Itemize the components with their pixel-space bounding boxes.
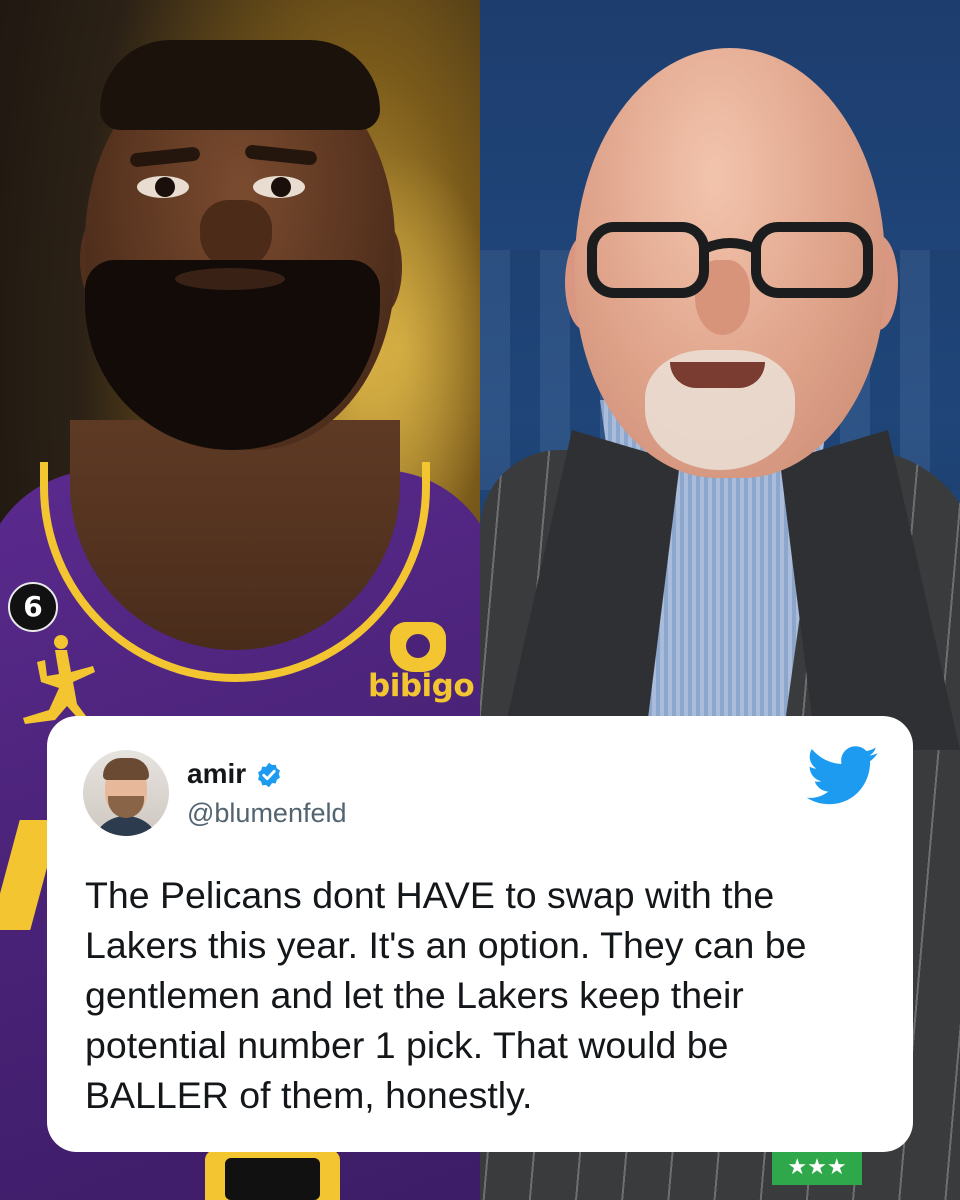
tweet-text: The Pelicans dont HAVE to swap with the … (85, 874, 807, 1116)
jumpman-logo-icon (23, 635, 95, 724)
player-eye-left (137, 176, 189, 198)
twitter-bird-icon (807, 746, 878, 805)
credential-badge: ★★★ (772, 1150, 862, 1185)
exec-smile (670, 362, 765, 388)
verified-badge-icon (258, 762, 280, 788)
user-handle[interactable]: @blumenfeld (187, 798, 347, 829)
avatar[interactable] (83, 750, 169, 836)
jersey-front-number (205, 1150, 340, 1200)
eyeglasses (587, 222, 873, 298)
graphic-canvas: 6 bibigo ★★★ amir @blumenfeld The Pelica… (0, 0, 960, 1200)
avatar-beard (108, 796, 144, 818)
avatar-shirt (91, 816, 161, 836)
sponsor-logo-icon (390, 622, 446, 672)
display-name[interactable]: amir (187, 758, 246, 790)
tweet-card: amir @blumenfeld The Pelicans dont HAVE … (47, 716, 913, 1152)
player-mouth (175, 268, 285, 290)
player-eye-right (253, 176, 305, 198)
sponsor-wordmark: bibigo (368, 668, 475, 704)
avatar-hair (103, 758, 149, 780)
player-hair (100, 40, 380, 130)
jersey-number-patch: 6 (8, 582, 58, 632)
